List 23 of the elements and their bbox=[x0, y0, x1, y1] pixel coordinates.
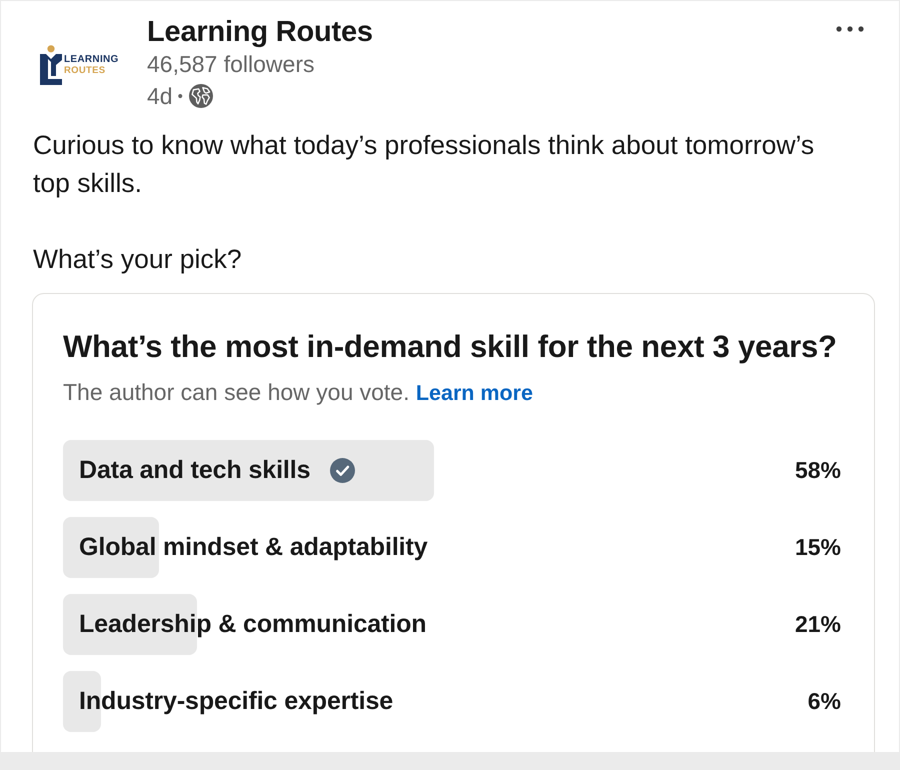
poll-question: What’s the most in-demand skill for the next 3 years? bbox=[63, 329, 838, 365]
vote-percent: 6% bbox=[806, 688, 841, 715]
poll-notice: The author can see how you vote. Learn more bbox=[63, 378, 534, 407]
poll-option[interactable]: Industry-specific expertise bbox=[63, 671, 703, 732]
learn-more-link[interactable]: Learn more bbox=[416, 381, 533, 405]
post-text: What’s your pick? bbox=[33, 243, 243, 276]
company-name[interactable]: Learning Routes bbox=[147, 16, 373, 48]
globe-icon bbox=[188, 84, 213, 108]
follower-count: 46,587 followers bbox=[147, 50, 316, 79]
vote-percent: 58% bbox=[794, 457, 841, 484]
logo-icon bbox=[40, 45, 62, 85]
poll-option[interactable]: Leadership & communication bbox=[63, 594, 703, 655]
vote-percent: 21% bbox=[794, 611, 841, 638]
poll-option[interactable]: Data and tech skills bbox=[63, 440, 703, 501]
logo-text: LEARNING bbox=[64, 54, 119, 65]
logo-text: ROUTES bbox=[64, 65, 106, 76]
post-time: 4d bbox=[147, 82, 173, 110]
vote-percent: 15% bbox=[794, 534, 841, 561]
post-text: Curious to know what today’s professionals think about tomorrow’s top skills. bbox=[33, 129, 816, 200]
more-button[interactable] bbox=[835, 25, 865, 33]
poll-option[interactable]: Global mindset & adaptability bbox=[63, 517, 703, 578]
separator-dot: • bbox=[178, 88, 183, 104]
more-icon bbox=[835, 25, 865, 33]
